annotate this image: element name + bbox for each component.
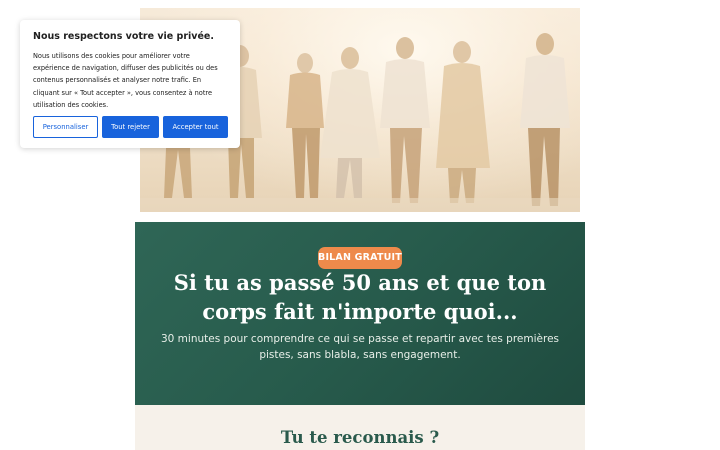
- customize-button[interactable]: Personnaliser: [33, 116, 98, 138]
- reject-all-button[interactable]: Tout rejeter: [102, 116, 159, 138]
- cookie-text: Nous utilisons des cookies pour améliore…: [33, 52, 218, 109]
- cookie-consent-banner: Nous respectons votre vie privée. Nous u…: [20, 20, 240, 148]
- accept-all-button[interactable]: Accepter tout: [163, 116, 228, 138]
- free-assessment-badge: BILAN GRATUIT: [318, 247, 402, 269]
- cookie-buttons: Personnaliser Tout rejeter Accepter tout: [33, 116, 228, 138]
- banner-headline: Si tu as passé 50 ans et que ton corps f…: [173, 270, 547, 324]
- cookie-title: Nous respectons votre vie privée.: [33, 31, 214, 42]
- section-title: Tu te reconnais ?: [280, 428, 440, 447]
- banner-subline: 30 minutes pour comprendre ce qui se pas…: [160, 333, 560, 361]
